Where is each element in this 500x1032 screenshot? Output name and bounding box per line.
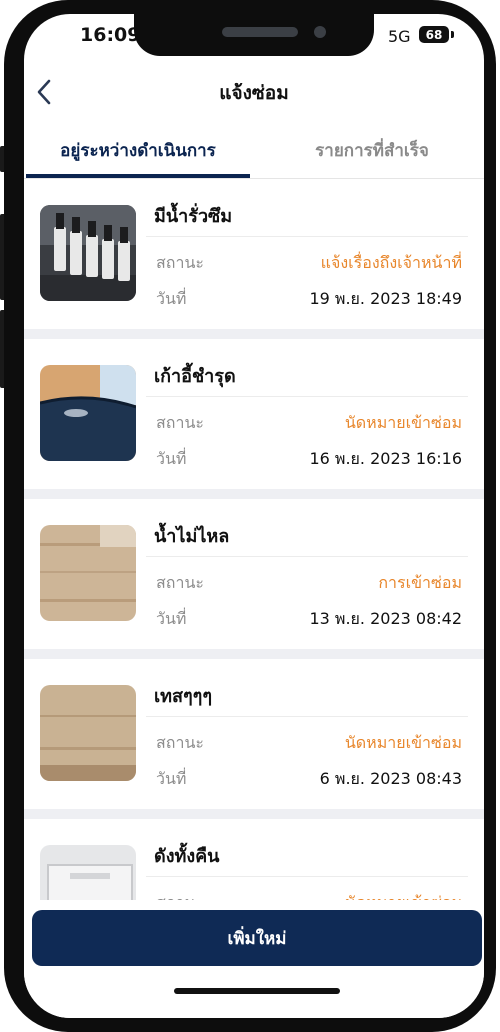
status-label: สถานะ	[156, 253, 204, 272]
repair-request-list: มีน้ำรั่วซึม สถานะ แจ้งเรื่องถึงเจ้าหน้า…	[24, 179, 484, 900]
date-label: วันที่	[156, 449, 187, 468]
item-title: เทสๆๆๆ	[154, 686, 213, 707]
phone-frame: 16:09 5G 68 แจ้งซ่อม อยู่ระหว่างดำเนินกา…	[0, 0, 500, 1032]
item-title: เก้าอี้ชำรุด	[154, 366, 236, 387]
item-divider	[146, 876, 468, 877]
item-title: ดังทั้งคืน	[154, 846, 220, 867]
battery-icon: 68	[419, 26, 449, 43]
list-item[interactable]: เทสๆๆๆ สถานะ นัดหมายเข้าซ่อม วันที่ 6 พ.…	[24, 659, 484, 819]
battery-tip	[451, 31, 454, 38]
tab-completed[interactable]: รายการที่สำเร็จ	[260, 126, 484, 174]
date-value: 19 พ.ย. 2023 18:49	[309, 289, 462, 308]
status-label: สถานะ	[156, 891, 204, 900]
item-divider	[146, 556, 468, 557]
item-divider	[146, 716, 468, 717]
speaker-grille	[222, 27, 298, 37]
date-label: วันที่	[156, 769, 187, 788]
status-label: สถานะ	[156, 413, 204, 432]
wood-surface-photo	[40, 525, 136, 621]
item-divider	[146, 396, 468, 397]
add-new-button[interactable]: เพิ่มใหม่	[32, 910, 482, 966]
battery-level: 68	[425, 27, 443, 42]
device-bezel: 16:09 5G 68 แจ้งซ่อม อยู่ระหว่างดำเนินกา…	[4, 0, 496, 1032]
status-value: นัดหมายเข้าซ่อม	[344, 413, 462, 432]
status-value: แจ้งเรื่องถึงเจ้าหน้าที่	[320, 253, 462, 272]
list-item[interactable]: น้ำไม่ไหล สถานะ การเข้าซ่อม วันที่ 13 พ.…	[24, 499, 484, 659]
date-label: วันที่	[156, 609, 187, 628]
home-indicator	[174, 988, 340, 994]
page-title: แจ้งซ่อม	[219, 82, 289, 104]
status-value: การเข้าซ่อม	[378, 573, 462, 592]
date-value: 6 พ.ย. 2023 08:43	[319, 769, 462, 788]
status-time: 16:09	[80, 24, 141, 46]
list-item[interactable]: ดังทั้งคืน สถานะ นัดหมายเข้าซ่อม	[24, 819, 484, 900]
list-item[interactable]: มีน้ำรั่วซึม สถานะ แจ้งเรื่องถึงเจ้าหน้า…	[24, 179, 484, 339]
item-title: น้ำไม่ไหล	[154, 526, 230, 547]
status-label: สถานะ	[156, 573, 204, 592]
date-value: 13 พ.ย. 2023 08:42	[309, 609, 462, 628]
item-title: มีน้ำรั่วซึม	[154, 206, 233, 227]
network-indicator: 5G	[388, 27, 411, 46]
date-value: 16 พ.ย. 2023 16:16	[309, 449, 462, 468]
footer: เพิ่มใหม่	[24, 900, 484, 1018]
app-header: แจ้งซ่อม	[24, 70, 484, 114]
status-value: นัดหมายเข้าซ่อม	[344, 733, 462, 752]
tab-in-progress[interactable]: อยู่ระหว่างดำเนินการ	[26, 126, 250, 178]
notch	[134, 14, 374, 56]
tab-bar: อยู่ระหว่างดำเนินการ รายการที่สำเร็จ	[24, 126, 484, 179]
damaged-chair-photo	[40, 365, 136, 461]
status-label: สถานะ	[156, 733, 204, 752]
item-divider	[146, 236, 468, 237]
status-value: นัดหมายเข้าซ่อม	[345, 891, 462, 900]
date-label: วันที่	[156, 289, 187, 308]
front-camera	[314, 26, 326, 38]
device-photo	[40, 845, 136, 900]
coffee-grinders-photo	[40, 205, 136, 301]
wood-surface-photo	[40, 685, 136, 781]
list-item[interactable]: เก้าอี้ชำรุด สถานะ นัดหมายเข้าซ่อม วันที…	[24, 339, 484, 499]
screen: 16:09 5G 68 แจ้งซ่อม อยู่ระหว่างดำเนินกา…	[24, 14, 484, 1018]
